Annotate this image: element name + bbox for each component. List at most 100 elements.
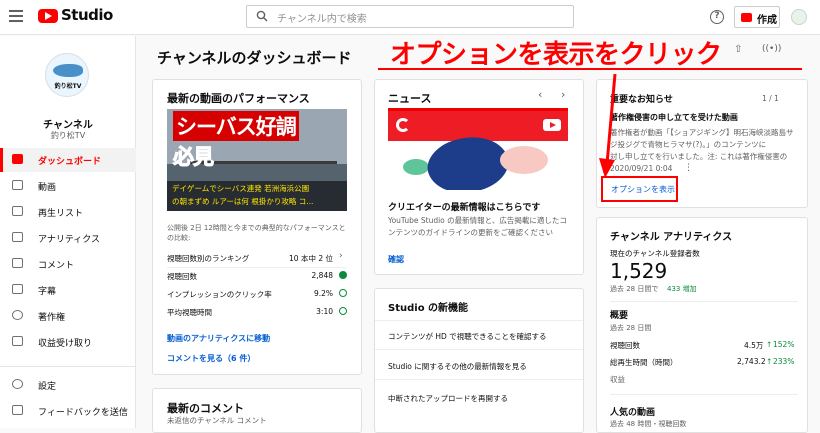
search-icon bbox=[256, 10, 268, 22]
divider bbox=[610, 301, 798, 302]
subs-label: 現在のチャンネル登録者数 bbox=[610, 249, 700, 258]
channel-title: チャンネル bbox=[43, 120, 93, 131]
video-icon bbox=[12, 180, 23, 190]
subtitles-icon bbox=[12, 284, 23, 294]
sidebar-item-label: 再生リスト bbox=[38, 209, 84, 219]
sidebar-item-settings[interactable]: 設定 bbox=[0, 373, 136, 397]
sidebar-item-monetization[interactable]: 収益受け取り bbox=[0, 330, 136, 354]
create-label: 作成 bbox=[757, 15, 777, 26]
chevron-right-icon[interactable]: › bbox=[561, 88, 565, 101]
sidebar-item-copyright[interactable]: 著作権 bbox=[0, 304, 136, 328]
sidebar-item-label: 設定 bbox=[38, 382, 57, 392]
divider bbox=[375, 349, 583, 350]
copyright-icon bbox=[12, 310, 23, 320]
feature-item[interactable]: コンテンツが HD で視聴できることを確認する bbox=[388, 331, 578, 342]
sidebar-item-label: アナリティクス bbox=[38, 235, 101, 245]
channel-logo-text: 釣り松TV bbox=[54, 83, 82, 90]
menu-icon[interactable] bbox=[9, 10, 23, 22]
live-icon[interactable]: ((•)) bbox=[762, 44, 781, 54]
stat-value: 10 本中 2 位 bbox=[289, 254, 333, 263]
views-label: 視聴回数 bbox=[610, 341, 640, 350]
sidebar-item-dashboard[interactable]: ダッシュボード bbox=[0, 148, 136, 172]
stat-label: 視聴回数別のランキング bbox=[167, 254, 250, 263]
search-input[interactable]: チャンネル内で検索 bbox=[246, 5, 574, 28]
thumb-caption-line-1: デイゲームでシーバス連発 若洲海浜公園 bbox=[172, 184, 310, 193]
stat-row-views: 視聴回数 2,848 bbox=[167, 271, 347, 285]
summary-title: 概要 bbox=[610, 311, 629, 321]
sidebar: 釣り松TV チャンネル 釣り松TV ダッシュボード 動画 再生リスト アナリティ… bbox=[0, 36, 136, 428]
account-avatar[interactable] bbox=[791, 9, 807, 25]
annotation-text: オプションを表示をクリック bbox=[390, 40, 722, 70]
divider bbox=[375, 320, 583, 321]
sidebar-item-label: コメント bbox=[38, 261, 75, 271]
feature-item[interactable]: Studio に関するその他の最新情報を見る bbox=[388, 361, 578, 372]
news-confirm-link[interactable]: 確認 bbox=[388, 254, 404, 265]
more-vert-icon[interactable]: ⋮ bbox=[684, 163, 693, 173]
stat-row-ranking[interactable]: 視聴回数別のランキング 10 本中 2 位 › bbox=[167, 251, 347, 267]
stat-label: インプレッションのクリック率 bbox=[167, 290, 272, 299]
divider bbox=[375, 379, 583, 380]
latest-comments-title: 最新のコメント bbox=[167, 402, 244, 415]
stat-label: 視聴回数 bbox=[167, 272, 197, 281]
subs-value: 1,529 bbox=[610, 259, 668, 283]
dollar-icon bbox=[12, 336, 23, 346]
analytics-title: チャンネル アナリティクス bbox=[610, 232, 733, 243]
news-body: YouTube Studio の最新情報と、広告掲載に適したコンテンツのガイドラ… bbox=[388, 216, 567, 237]
arrow-up-icon bbox=[339, 271, 347, 279]
youtube-logo-icon[interactable] bbox=[38, 9, 58, 23]
sidebar-item-label: 収益受け取り bbox=[38, 339, 93, 349]
sidebar-item-playlists[interactable]: 再生リスト bbox=[0, 200, 136, 224]
fish-icon bbox=[53, 64, 83, 77]
feature-item[interactable]: 中断されたアップロードを再開する bbox=[388, 393, 578, 404]
notices-pager: 1 / 1 bbox=[762, 94, 779, 103]
view-comments-link[interactable]: コメントを見る（6 件） bbox=[167, 353, 255, 364]
latest-comments-sub: 未返信のチャンネル コメント bbox=[167, 416, 267, 425]
channel-avatar[interactable]: 釣り松TV bbox=[45, 53, 89, 97]
sidebar-item-label: ダッシュボード bbox=[38, 157, 102, 167]
comment-icon bbox=[12, 258, 23, 268]
camera-icon bbox=[741, 13, 752, 22]
feedback-icon bbox=[12, 405, 23, 415]
chevron-right-icon: › bbox=[339, 251, 343, 261]
notice-headline: 著作権侵害の申し立てを受けた動画 bbox=[610, 113, 738, 122]
summary-period: 過去 28 日間 bbox=[610, 324, 652, 332]
popular-videos-title: 人気の動画 bbox=[610, 408, 656, 418]
sidebar-item-feedback[interactable]: フィードバックを送信 bbox=[0, 399, 136, 423]
studio-logo-icon bbox=[396, 118, 410, 132]
arrow-up-icon: ↑ bbox=[766, 357, 773, 366]
news-title: ニュース bbox=[388, 92, 432, 105]
video-thumbnail[interactable]: シーバス好調 必見 デイゲームでシーバス連発 若洲海浜公園 の朝まずめ ルアーは… bbox=[167, 109, 347, 211]
thumb-caption-line-2: の朝まずめ ルアーは何 根掛かり攻略 コ... bbox=[172, 197, 314, 206]
upload-icon[interactable]: ⇧ bbox=[734, 44, 742, 55]
sidebar-item-label: 動画 bbox=[38, 183, 57, 193]
help-icon[interactable]: ? bbox=[710, 10, 724, 24]
playlist-icon bbox=[12, 206, 23, 216]
sidebar-divider bbox=[0, 366, 136, 367]
sidebar-item-label: フィードバックを送信 bbox=[38, 408, 128, 418]
studio-logo-text[interactable]: Studio bbox=[61, 6, 113, 24]
news-illustration-shape bbox=[500, 146, 548, 174]
check-icon bbox=[339, 289, 347, 297]
sidebar-item-analytics[interactable]: アナリティクス bbox=[0, 226, 136, 250]
thumb-subheadline: 必見 bbox=[173, 145, 215, 170]
go-to-video-analytics-link[interactable]: 動画のアナリティクスに移動 bbox=[167, 333, 270, 344]
news-thumbnail[interactable] bbox=[388, 108, 568, 190]
sidebar-item-videos[interactable]: 動画 bbox=[0, 174, 136, 198]
sidebar-item-subtitles[interactable]: 字幕 bbox=[0, 278, 136, 302]
watch-time-change: 233% bbox=[773, 357, 795, 366]
create-button[interactable]: 作成 bbox=[734, 6, 780, 28]
news-illustration-shape bbox=[403, 159, 429, 175]
notice-body-line: 著作権者が動画「【ショアジギング】明石海峡淡路島サ bbox=[610, 128, 794, 137]
watch-time-label: 総再生時間（時間） bbox=[610, 358, 678, 367]
stat-label: 平均視聴時間 bbox=[167, 308, 212, 317]
views-change: 152% bbox=[773, 340, 795, 349]
stat-value: 9.2% bbox=[313, 289, 333, 298]
subs-change: 433 増加 bbox=[667, 285, 697, 293]
chevron-left-icon[interactable]: ‹ bbox=[538, 88, 542, 101]
annotation-underline bbox=[378, 68, 802, 70]
top-bar: Studio チャンネル内で検索 ? 作成 bbox=[0, 0, 820, 35]
revenue-label: 収益 bbox=[610, 375, 625, 384]
sidebar-item-comments[interactable]: コメント bbox=[0, 252, 136, 276]
sidebar-item-label: 字幕 bbox=[38, 287, 57, 297]
stat-row-avg-duration: 平均視聴時間 3:10 bbox=[167, 307, 347, 321]
